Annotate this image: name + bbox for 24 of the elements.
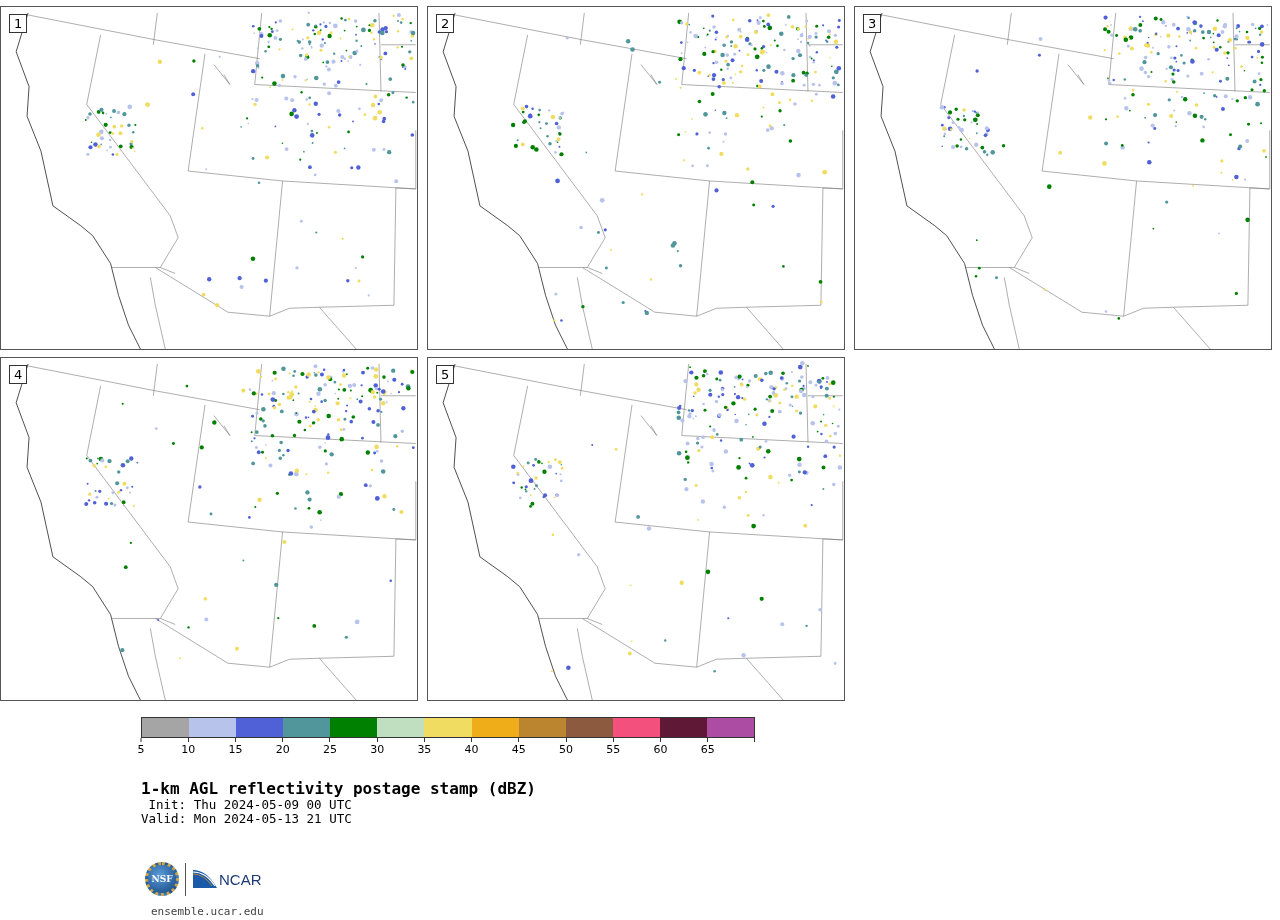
colorbar-tick-label: 5 [137,743,145,756]
colorbar-tick-label: 35 [417,743,432,756]
panel-number: 4 [9,365,28,384]
panel-number: 2 [436,14,455,33]
colorbar-tick-label: 25 [322,743,337,756]
website-url: ensemble.ucar.edu [151,905,265,918]
colorbar-tick-label: 50 [559,743,574,756]
colorbar-tick-label: 60 [653,743,668,756]
panel-number: 1 [9,14,28,33]
colorbar-tick-label: 65 [700,743,715,756]
panel-number: 5 [436,365,455,384]
colorbar-tick-label: 40 [464,743,479,756]
valid-time: Valid: Mon 2024-05-13 21 UTC [141,812,353,826]
colorbar-tick-label: 15 [228,743,243,756]
nsf-logo: NSF [145,862,179,896]
panel-number: 3 [863,14,882,33]
colorbar-tick-label: 30 [370,743,385,756]
colorbar-tick-label: 20 [275,743,290,756]
colorbar-tick-label: 10 [181,743,196,756]
ncar-logo: NCAR [192,869,262,889]
chart-title: 1-km AGL reflectivity postage stamp (dBZ) [141,780,537,798]
init-time: Init: Thu 2024-05-09 00 UTC [147,798,353,812]
colorbar-tick-label: 55 [606,743,621,756]
colorbar-tick-label: 45 [511,743,526,756]
